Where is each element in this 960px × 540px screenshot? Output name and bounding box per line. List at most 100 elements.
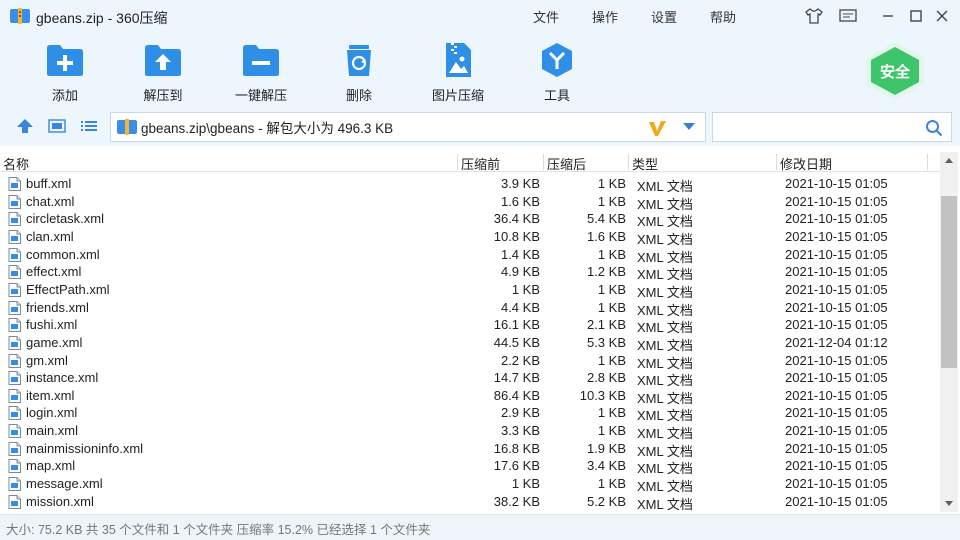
delete-button[interactable]: 删除 [319, 38, 399, 103]
file-row[interactable]: mission.xml 38.2 KB 5.2 KB XML 文档 2021-10-15… [0, 493, 940, 511]
v-logo-icon[interactable] [647, 118, 667, 138]
file-size: 17.6 KB [493, 458, 540, 474]
image-compress-icon [446, 43, 471, 77]
file-row[interactable]: friends.xml 4.4 KB 1 KB XML 文档 2021-10-15 01… [0, 299, 940, 318]
current-path: gbeans.zip\gbeans - 解包大小为 496.3 KB [141, 121, 394, 136]
scroll-up-icon[interactable] [945, 158, 953, 163]
file-row[interactable]: effect.xml 4.9 KB 1.2 KB XML 文档 2021-10-15 0… [0, 263, 940, 282]
file-name: circletask.xml [26, 211, 105, 227]
menu-file[interactable]: 文件 [533, 7, 559, 26]
file-row[interactable]: login.xml 2.9 KB 1 KB XML 文档 2021-10-15 01:0… [0, 404, 940, 423]
file-row[interactable]: fushi.xml 16.1 KB 2.1 KB XML 文档 2021-10-15 0… [0, 316, 940, 335]
file-compressed-size: 1 KB [597, 423, 626, 439]
file-row[interactable]: buff.xml 3.9 KB 1 KB XML 文档 2021-10-15 01:05 [0, 175, 940, 194]
skin-shirt-icon[interactable] [804, 6, 824, 26]
file-row[interactable]: EffectPath.xml 1 KB 1 KB XML 文档 2021-10-15 0… [0, 281, 940, 300]
file-compressed-size: 1 KB [597, 246, 626, 262]
file-name: item.xml [26, 387, 75, 403]
feedback-icon[interactable] [838, 6, 858, 26]
file-row[interactable]: item.xml 86.4 KB 10.3 KB XML 文档 2021-10-15 0… [0, 387, 940, 406]
file-row[interactable]: mainmissioninfo.xml 16.8 KB 1.9 KB XML 文档 20… [0, 440, 940, 459]
file-size: 38.2 KB [493, 493, 540, 509]
column-divider[interactable] [457, 154, 458, 170]
column-modified[interactable]: 修改日期 [780, 154, 832, 173]
file-compressed-size: 1.2 KB [586, 264, 626, 280]
file-modified: 2021-10-15 01:05 [785, 476, 888, 492]
column-divider[interactable] [543, 154, 544, 170]
add-label: 添加 [51, 88, 78, 103]
maximize-icon[interactable] [906, 6, 926, 26]
column-size[interactable]: 压缩前 [461, 154, 500, 173]
list-view-icon[interactable] [78, 116, 100, 136]
toolbar: 添加 解压到 一键解压 删除 图片压缩 工具 安全 [0, 32, 960, 106]
thumbnail-view-icon[interactable] [46, 116, 68, 136]
file-row[interactable]: main.xml 3.3 KB 1 KB XML 文档 2021-10-15 01:05 [0, 422, 940, 441]
tools-button[interactable]: 工具 [517, 38, 597, 103]
add-folder-icon [47, 45, 83, 76]
search-icon[interactable] [925, 119, 943, 137]
xml-file-icon [8, 494, 21, 509]
file-compressed-size: 1.9 KB [586, 440, 626, 456]
file-row[interactable]: map.xml 17.6 KB 3.4 KB XML 文档 2021-10-15 01:… [0, 457, 940, 476]
file-row[interactable]: instance.xml 14.7 KB 2.8 KB XML 文档 2021-10-1… [0, 369, 940, 388]
xml-file-icon [8, 318, 21, 333]
file-compressed-size: 1 KB [597, 476, 626, 492]
file-row[interactable]: gm.xml 2.2 KB 1 KB XML 文档 2021-10-15 01:05 [0, 352, 940, 371]
file-modified: 2021-12-04 01:12 [785, 334, 888, 350]
file-row[interactable]: message.xml 1 KB 1 KB XML 文档 2021-10-15 01:0… [0, 475, 940, 494]
xml-file-icon [8, 265, 21, 280]
up-arrow-icon[interactable] [14, 116, 36, 136]
delete-label: 删除 [345, 88, 372, 103]
file-modified: 2021-10-15 01:05 [785, 264, 888, 280]
file-modified: 2021-10-15 01:05 [785, 246, 888, 262]
column-divider[interactable] [927, 154, 928, 170]
file-size: 44.5 KB [493, 334, 540, 350]
column-divider[interactable] [776, 154, 777, 170]
xml-file-icon [8, 177, 21, 191]
xml-file-icon [8, 371, 21, 386]
tools-icon [542, 43, 572, 77]
file-type: XML 文档 [637, 496, 693, 511]
search-input[interactable] [712, 112, 952, 142]
extract-to-label: 解压到 [143, 88, 183, 103]
vertical-scrollbar[interactable] [940, 152, 958, 512]
file-size: 86.4 KB [493, 387, 540, 403]
column-name[interactable]: 名称 [3, 154, 29, 173]
close-icon[interactable] [932, 6, 952, 26]
file-compressed-size: 5.4 KB [586, 211, 626, 227]
file-row[interactable]: clan.xml 10.8 KB 1.6 KB XML 文档 2021-10-15 01… [0, 228, 940, 247]
path-dropdown-icon[interactable] [683, 123, 695, 130]
image-compress-button[interactable]: 图片压缩 [418, 38, 498, 103]
file-compressed-size: 3.4 KB [586, 458, 626, 474]
safe-shield-icon[interactable]: 安全 [862, 40, 928, 102]
file-size: 3.3 KB [500, 423, 540, 439]
menu-settings[interactable]: 设置 [651, 7, 677, 26]
file-row[interactable]: circletask.xml 36.4 KB 5.4 KB XML 文档 2021-10… [0, 210, 940, 229]
file-row[interactable]: game.xml 44.5 KB 5.3 KB XML 文档 2021-12-04 01… [0, 334, 940, 353]
add-button[interactable]: 添加 [25, 38, 105, 103]
file-name: gm.xml [26, 352, 68, 368]
file-size: 14.7 KB [493, 370, 540, 386]
scroll-down-icon[interactable] [945, 501, 953, 506]
one-click-extract-button[interactable]: 一键解压 [221, 38, 301, 103]
minimize-icon[interactable] [878, 6, 898, 26]
extract-to-button[interactable]: 解压到 [123, 38, 203, 103]
column-divider[interactable] [628, 154, 629, 170]
file-name: common.xml [26, 246, 100, 262]
file-compressed-size: 2.1 KB [586, 317, 626, 333]
file-name: chat.xml [26, 193, 75, 209]
file-row[interactable]: chat.xml 1.6 KB 1 KB XML 文档 2021-10-15 01:05 [0, 193, 940, 212]
zip-app-icon [10, 8, 30, 24]
menu-action[interactable]: 操作 [592, 7, 618, 26]
file-modified: 2021-10-15 01:05 [785, 281, 888, 297]
path-bar[interactable]: gbeans.zip\gbeans - 解包大小为 496.3 KB [110, 112, 706, 142]
file-row[interactable]: common.xml 1.4 KB 1 KB XML 文档 2021-10-15 01:… [0, 246, 940, 265]
status-text: 大小: 75.2 KB 共 35 个文件和 1 个文件夹 压缩率 15.2% 已… [6, 523, 431, 537]
file-modified: 2021-10-15 01:05 [785, 176, 888, 191]
file-size: 2.2 KB [500, 352, 540, 368]
column-type[interactable]: 类型 [632, 154, 658, 173]
column-compressed[interactable]: 压缩后 [547, 154, 586, 173]
menu-help[interactable]: 帮助 [710, 7, 736, 26]
xml-file-icon [8, 441, 21, 456]
scrollbar-thumb[interactable] [941, 196, 957, 368]
